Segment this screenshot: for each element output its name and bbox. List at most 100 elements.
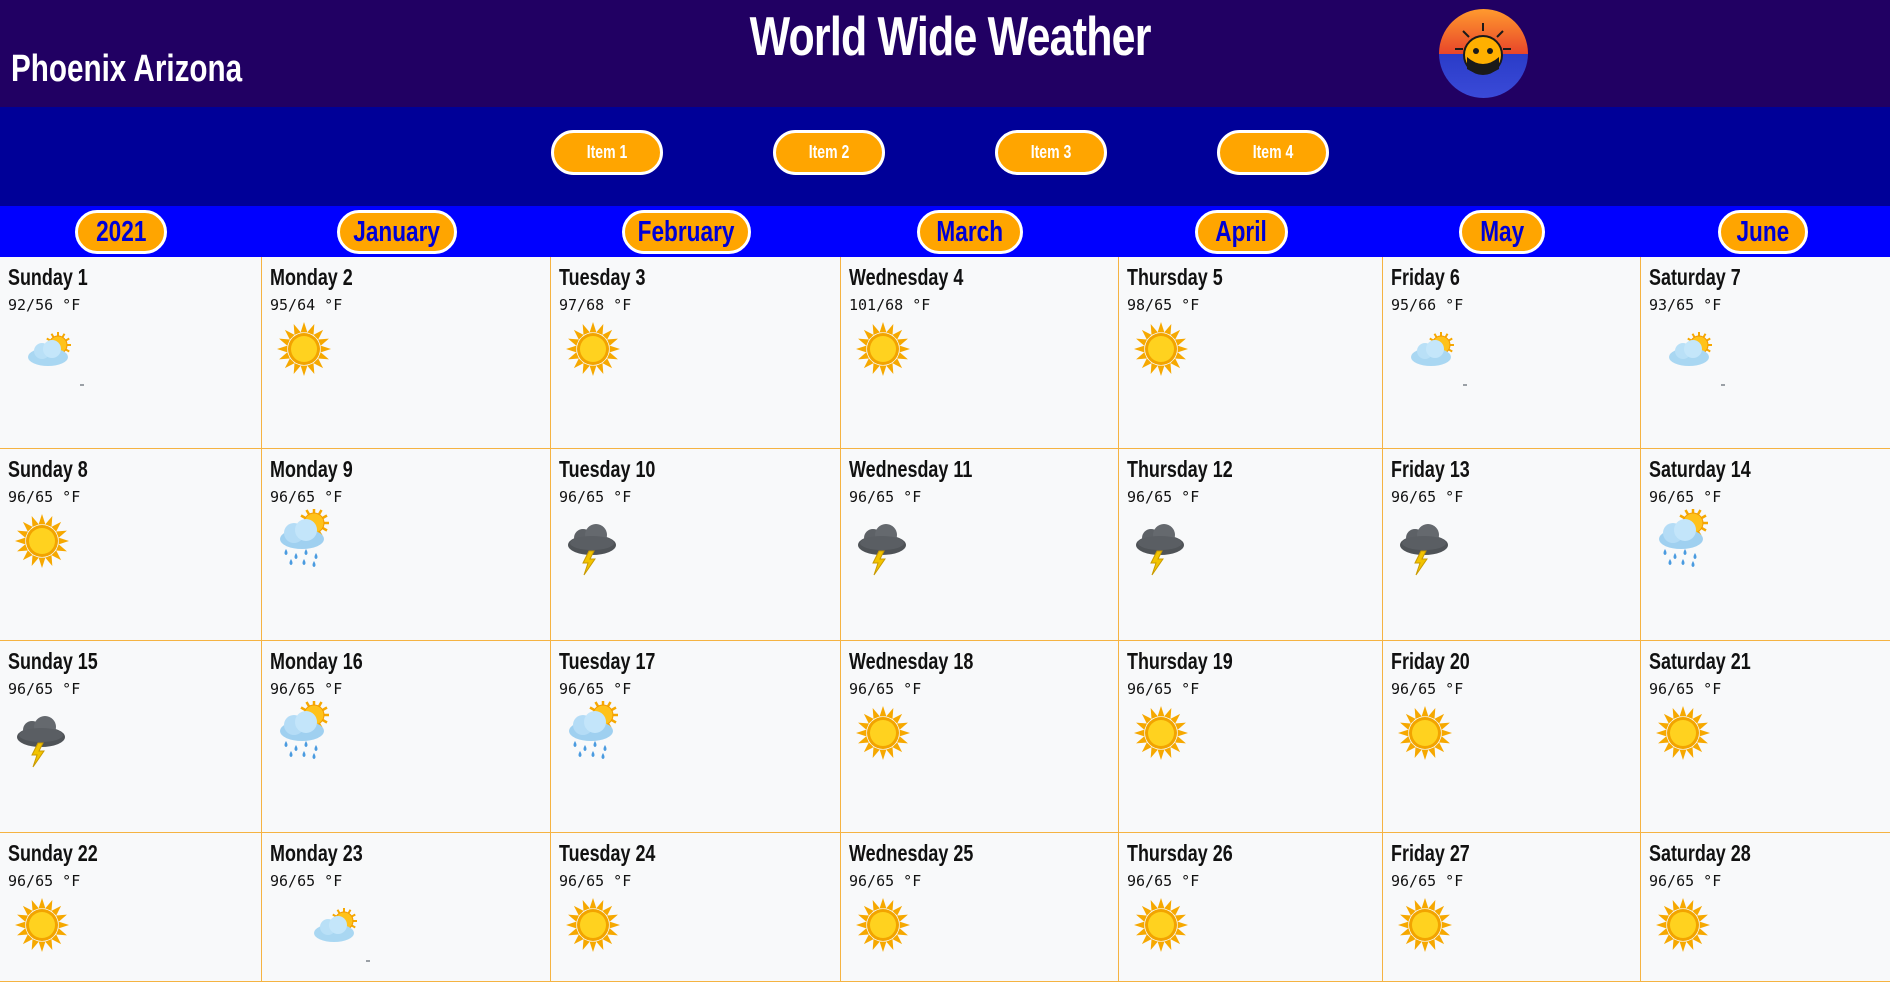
month-tab-label: June: [1736, 215, 1790, 248]
sun-logo-icon[interactable]: [1439, 9, 1528, 98]
sun-rain-icon: [1655, 508, 1715, 574]
sun-icon: [14, 897, 70, 958]
temperature-range: 96/65 °F: [1127, 680, 1200, 698]
temperature-range: 96/65 °F: [270, 680, 343, 698]
day-cell[interactable]: Tuesday 10 96/65 °F: [551, 449, 841, 641]
day-cell[interactable]: Tuesday 17 96/65 °F: [551, 641, 841, 833]
day-cell[interactable]: Monday 16 96/65 °F: [262, 641, 551, 833]
nav-item-2-button[interactable]: Item 2: [773, 130, 885, 175]
day-cell[interactable]: Monday 23 96/65 °F: [262, 833, 551, 982]
day-label-text: Sunday 22: [8, 840, 98, 866]
day-cell[interactable]: Saturday 21 96/65 °F: [1641, 641, 1890, 833]
temperature-range: 96/65 °F: [1649, 680, 1722, 698]
day-label: Saturday 7: [1649, 264, 1767, 291]
month-tab-june[interactable]: June: [1718, 210, 1808, 254]
day-label: Wednesday 18: [849, 648, 1008, 675]
day-cell[interactable]: Monday 9 96/65 °F: [262, 449, 551, 641]
day-cell[interactable]: Thursday 12 96/65 °F: [1119, 449, 1383, 641]
day-cell[interactable]: Wednesday 18 96/65 °F: [841, 641, 1119, 833]
day-cell[interactable]: Sunday 1 92/56 °F: [0, 257, 262, 449]
day-label: Monday 2: [270, 264, 376, 291]
sun-icon: [1397, 897, 1453, 958]
day-label: Saturday 14: [1649, 456, 1779, 483]
temperature-range: 93/65 °F: [1649, 296, 1722, 314]
month-tab-march[interactable]: March: [917, 210, 1023, 254]
site-title: World Wide Weather: [0, 4, 1890, 68]
partly-cloudy-icon: [1665, 329, 1727, 396]
nav-item-3-button[interactable]: Item 3: [995, 130, 1107, 175]
month-tab-april[interactable]: April: [1195, 210, 1288, 254]
month-tab-may[interactable]: May: [1459, 210, 1545, 254]
day-label: Monday 9: [270, 456, 376, 483]
month-tab-february[interactable]: February: [622, 210, 751, 254]
month-tab-label: March: [936, 215, 1004, 248]
sun-rain-icon: [565, 700, 625, 766]
day-label: Tuesday 24: [559, 840, 683, 867]
day-label-text: Tuesday 10: [559, 456, 656, 482]
partly-cloudy-icon: [1407, 329, 1469, 396]
day-cell[interactable]: Thursday 5 98/65 °F: [1119, 257, 1383, 449]
temperature-range: 96/65 °F: [270, 872, 343, 890]
day-label: Friday 27: [1391, 840, 1492, 867]
day-label-text: Saturday 7: [1649, 264, 1741, 290]
sun-icon: [1133, 321, 1189, 382]
day-cell[interactable]: Tuesday 3 97/68 °F: [551, 257, 841, 449]
sun-icon: [1655, 705, 1711, 766]
temperature-range: 96/65 °F: [1391, 680, 1464, 698]
day-cell[interactable]: Friday 6 95/66 °F: [1383, 257, 1641, 449]
day-label-text: Thursday 19: [1127, 648, 1233, 674]
day-cell[interactable]: Thursday 26 96/65 °F: [1119, 833, 1383, 982]
day-label-text: Tuesday 17: [559, 648, 656, 674]
temperature-range: 95/64 °F: [270, 296, 343, 314]
day-label: Friday 20: [1391, 648, 1492, 675]
temperature-range: 96/65 °F: [270, 488, 343, 506]
day-cell[interactable]: Saturday 14 96/65 °F: [1641, 449, 1890, 641]
month-tab-2021[interactable]: 2021: [75, 210, 167, 254]
thunderstorm-icon: [855, 521, 911, 582]
day-cell[interactable]: Friday 20 96/65 °F: [1383, 641, 1641, 833]
day-cell[interactable]: Friday 27 96/65 °F: [1383, 833, 1641, 982]
day-cell[interactable]: Wednesday 4 101/68 °F: [841, 257, 1119, 449]
temperature-range: 96/65 °F: [8, 872, 81, 890]
day-cell[interactable]: Tuesday 24 96/65 °F: [551, 833, 841, 982]
day-label: Sunday 8: [8, 456, 110, 483]
day-label-text: Thursday 26: [1127, 840, 1233, 866]
partly-cloudy-icon: [24, 329, 86, 396]
day-label-text: Tuesday 3: [559, 264, 646, 290]
day-label: Tuesday 17: [559, 648, 683, 675]
day-label: Tuesday 3: [559, 264, 670, 291]
nav-item-1-label: Item 1: [586, 142, 628, 162]
day-label-text: Saturday 21: [1649, 648, 1751, 674]
sun-icon: [1655, 897, 1711, 958]
temperature-range: 96/65 °F: [8, 680, 81, 698]
nav-item-4-button[interactable]: Item 4: [1217, 130, 1329, 175]
nav-item-2-label: Item 2: [808, 142, 850, 162]
day-cell[interactable]: Saturday 7 93/65 °F: [1641, 257, 1890, 449]
sun-icon: [565, 897, 621, 958]
day-label-text: Monday 2: [270, 264, 353, 290]
day-cell[interactable]: Wednesday 11 96/65 °F: [841, 449, 1119, 641]
nav-item-1-button[interactable]: Item 1: [551, 130, 663, 175]
day-label-text: Sunday 1: [8, 264, 88, 290]
day-label: Tuesday 10: [559, 456, 683, 483]
day-cell[interactable]: Friday 13 96/65 °F: [1383, 449, 1641, 641]
day-cell[interactable]: Sunday 15 96/65 °F: [0, 641, 262, 833]
day-cell[interactable]: Monday 2 95/64 °F: [262, 257, 551, 449]
nav-bar: Item 1 Item 2 Item 3 Item 4: [0, 107, 1890, 206]
day-cell[interactable]: Saturday 28 96/65 °F: [1641, 833, 1890, 982]
temperature-range: 96/65 °F: [559, 680, 632, 698]
sun-icon: [1133, 705, 1189, 766]
month-tab-january[interactable]: January: [337, 210, 457, 254]
day-cell[interactable]: Thursday 19 96/65 °F: [1119, 641, 1383, 833]
day-label: Sunday 22: [8, 840, 123, 867]
day-label: Thursday 19: [1127, 648, 1263, 675]
day-cell[interactable]: Sunday 22 96/65 °F: [0, 833, 262, 982]
day-cell[interactable]: Sunday 8 96/65 °F: [0, 449, 262, 641]
temperature-range: 95/66 °F: [1391, 296, 1464, 314]
day-label-text: Saturday 28: [1649, 840, 1751, 866]
month-tab-label: January: [353, 215, 441, 248]
day-cell[interactable]: Wednesday 25 96/65 °F: [841, 833, 1119, 982]
temperature-range: 96/65 °F: [1127, 488, 1200, 506]
day-label: Sunday 15: [8, 648, 123, 675]
temperature-range: 96/65 °F: [559, 488, 632, 506]
